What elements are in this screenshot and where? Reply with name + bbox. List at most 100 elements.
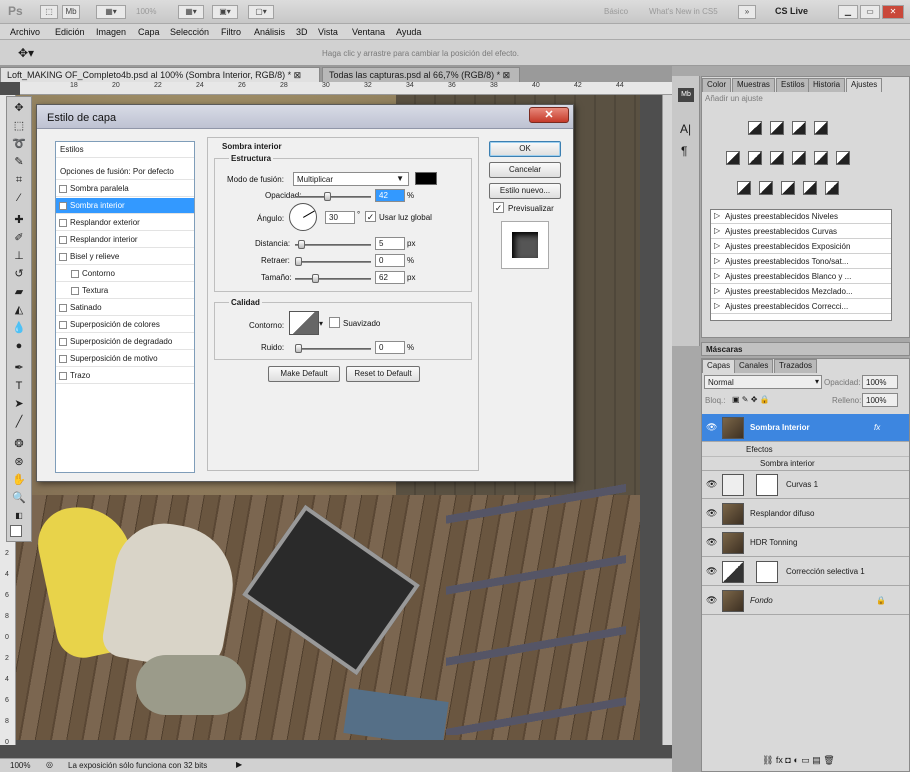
- black-white-icon[interactable]: [792, 151, 806, 165]
- menu-archivo[interactable]: Archivo: [10, 27, 40, 37]
- posterize-icon[interactable]: [759, 181, 773, 195]
- style-checkbox[interactable]: ✓: [59, 202, 67, 210]
- curves-icon[interactable]: [792, 121, 806, 135]
- layer-hdr-tonning[interactable]: 👁 HDR Tonning: [702, 529, 909, 557]
- tab-ajustes[interactable]: Ajustes: [846, 78, 883, 92]
- noise-slider[interactable]: [295, 344, 371, 353]
- preset-mezclador[interactable]: Ajustes preestablecidos Mezclado...: [711, 285, 891, 299]
- screen-mode-button[interactable]: ▢▾: [248, 5, 274, 19]
- chevron-down-icon[interactable]: ▾: [319, 319, 323, 328]
- lock-icons[interactable]: ▣ ✎ ✥ 🔒: [732, 395, 770, 404]
- menu-imagen[interactable]: Imagen: [96, 27, 126, 37]
- preset-tono-sat[interactable]: Ajustes preestablecidos Tono/sat...: [711, 255, 891, 269]
- style-checkbox[interactable]: [59, 253, 67, 261]
- menu-seleccion[interactable]: Selección: [170, 27, 209, 37]
- color-balance-icon[interactable]: [770, 151, 784, 165]
- choke-slider[interactable]: [295, 257, 371, 266]
- choke-input[interactable]: 0: [375, 254, 405, 267]
- layer-fondo[interactable]: 👁 Fondo 🔒: [702, 587, 909, 615]
- layer-effect-item[interactable]: Sombra interior: [702, 457, 909, 471]
- arrange-documents-button[interactable]: ▣▾: [212, 5, 238, 19]
- slider-knob[interactable]: [323, 192, 331, 201]
- menu-vista[interactable]: Vista: [318, 27, 338, 37]
- selective-color-icon[interactable]: [825, 181, 839, 195]
- whats-new-link[interactable]: What's New in CS5: [649, 7, 718, 16]
- paragraph-panel-icon[interactable]: ¶: [681, 144, 687, 158]
- layer-mask-thumbnail[interactable]: [756, 561, 778, 583]
- history-brush-tool-icon[interactable]: ↺: [12, 267, 26, 281]
- style-checkbox[interactable]: [59, 219, 67, 227]
- preset-blanco-negro[interactable]: Ajustes preestablecidos Blanco y ...: [711, 270, 891, 284]
- layer-opacity-field[interactable]: 100%: [862, 375, 898, 389]
- new-style-button[interactable]: Estilo nuevo...: [489, 183, 561, 199]
- style-checkbox[interactable]: [59, 321, 67, 329]
- clone-stamp-tool-icon[interactable]: ⊥: [12, 249, 26, 263]
- minimize-button[interactable]: ▁: [838, 5, 858, 19]
- layer-fill-field[interactable]: 100%: [862, 393, 898, 407]
- paint-bucket-tool-icon[interactable]: ◭: [12, 303, 26, 317]
- photo-filter-icon[interactable]: [814, 151, 828, 165]
- eye-icon[interactable]: 👁: [706, 566, 717, 577]
- layer-resplandor-difuso[interactable]: 👁 Resplandor difuso: [702, 500, 909, 528]
- slider-knob[interactable]: [295, 257, 302, 266]
- style-trazo[interactable]: Trazo: [56, 368, 194, 384]
- style-satinado[interactable]: Satinado: [56, 300, 194, 316]
- eye-icon[interactable]: 👁: [706, 508, 717, 519]
- global-light-checkbox[interactable]: ✓: [365, 211, 376, 222]
- blending-options-item[interactable]: Opciones de fusión: Por defecto: [56, 164, 194, 180]
- preset-niveles[interactable]: Ajustes preestablecidos Niveles: [711, 210, 891, 224]
- slider-knob[interactable]: [298, 240, 306, 249]
- 3d-orbit-tool-icon[interactable]: ⊛: [12, 455, 26, 469]
- style-sombra-paralela[interactable]: Sombra paralela: [56, 181, 194, 197]
- extras-button[interactable]: ▦▾: [96, 5, 126, 19]
- zoom-level[interactable]: 100%: [136, 7, 156, 16]
- view-extras-button[interactable]: ▦▾: [178, 5, 204, 19]
- tab-capas[interactable]: Capas: [702, 359, 736, 373]
- channel-mixer-icon[interactable]: [836, 151, 850, 165]
- marquee-tool-icon[interactable]: ⬚: [12, 119, 26, 133]
- zoom-tool-icon[interactable]: 🔍: [12, 491, 26, 505]
- quick-selection-tool-icon[interactable]: ✎: [12, 155, 26, 169]
- eyedropper-tool-icon[interactable]: ⁄: [12, 191, 26, 205]
- eye-icon[interactable]: 👁: [706, 537, 717, 548]
- close-app-button[interactable]: ✕: [882, 5, 904, 19]
- antialias-checkbox[interactable]: [329, 317, 340, 328]
- status-menu-arrow-icon[interactable]: ▶: [236, 760, 242, 769]
- shadow-color-swatch[interactable]: [415, 172, 437, 185]
- preset-curvas[interactable]: Ajustes preestablecidos Curvas: [711, 225, 891, 239]
- tab-loft[interactable]: Loft_MAKING OF_Completo4b.psd al 100% (S…: [0, 67, 320, 82]
- foreground-color-swatch[interactable]: [10, 525, 22, 537]
- opacity-slider[interactable]: [295, 192, 371, 201]
- menu-filtro[interactable]: Filtro: [221, 27, 241, 37]
- status-icon[interactable]: ◎: [46, 760, 53, 769]
- menu-capa[interactable]: Capa: [138, 27, 160, 37]
- blend-mode-select[interactable]: Normal ▾: [704, 375, 822, 389]
- dialog-titlebar[interactable]: Estilo de capa ✕: [37, 105, 573, 129]
- exposure-icon[interactable]: [814, 121, 828, 135]
- reset-default-button[interactable]: Reset to Default: [346, 366, 420, 382]
- distance-input[interactable]: 5: [375, 237, 405, 250]
- tab-historia[interactable]: Historia: [808, 78, 846, 92]
- preset-correccion[interactable]: Ajustes preestablecidos Correcci...: [711, 300, 891, 314]
- minibridge-panel-icon[interactable]: Mb: [678, 88, 694, 102]
- layer-mask-thumbnail[interactable]: [756, 474, 778, 496]
- noise-input[interactable]: 0: [375, 341, 405, 354]
- style-checkbox[interactable]: [71, 270, 79, 278]
- cs-live-button[interactable]: CS Live: [775, 6, 808, 16]
- layer-footer-icons[interactable]: ⛓ fx ◘ ◐ ▭ ▤ 🗑: [762, 755, 835, 766]
- menu-3d[interactable]: 3D: [296, 27, 308, 37]
- style-superposicion-degradado[interactable]: Superposición de degradado: [56, 334, 194, 350]
- gradient-map-icon[interactable]: [803, 181, 817, 195]
- canvas-vertical-scrollbar[interactable]: [662, 95, 672, 745]
- dodge-tool-icon[interactable]: ●: [12, 339, 26, 353]
- layer-sombra-interior[interactable]: 👁 Sombra Interior fx: [702, 414, 909, 442]
- lasso-tool-icon[interactable]: ➰: [12, 137, 26, 151]
- menu-analisis[interactable]: Análisis: [254, 27, 285, 37]
- slider-knob[interactable]: [295, 344, 302, 353]
- levels-icon[interactable]: [770, 121, 784, 135]
- type-tool-icon[interactable]: T: [12, 379, 26, 393]
- move-tool-preset-icon[interactable]: ✥▾: [18, 46, 34, 60]
- layer-correccion-selectiva[interactable]: 👁 Corrección selectiva 1: [702, 558, 909, 586]
- maximize-button[interactable]: ▭: [860, 5, 880, 19]
- fx-icon[interactable]: fx: [874, 423, 880, 432]
